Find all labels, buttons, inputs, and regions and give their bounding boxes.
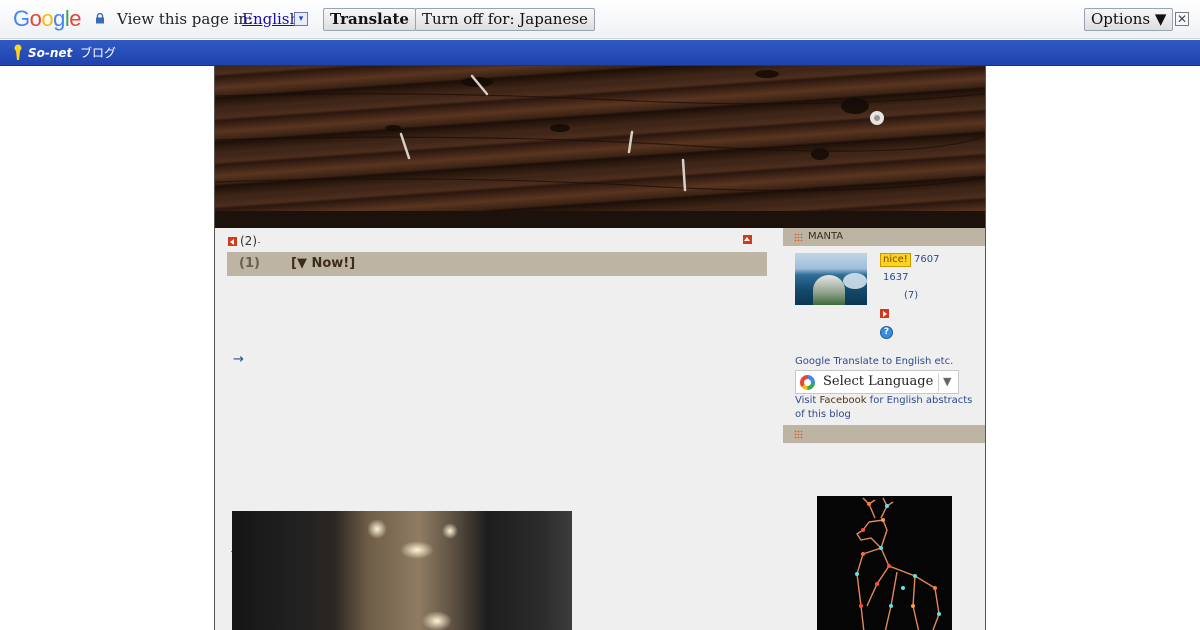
next-arrow-icon[interactable] — [880, 309, 889, 318]
google-logo: Google — [13, 6, 82, 31]
profile-header: MANTA — [783, 228, 985, 246]
main-column: (2) (1) [▼ Now!] → JR 1F — [227, 228, 772, 630]
sidebar-section-header — [783, 425, 985, 443]
help-icon[interactable]: ? — [880, 326, 893, 339]
language-dropdown-icon[interactable]: ▾ — [294, 12, 308, 26]
blog-header-banner[interactable] — [215, 66, 985, 228]
nice-count[interactable]: 7607 — [914, 254, 939, 266]
ship-shape — [813, 275, 845, 305]
facebook-note: Visit Facebook for English abstracts of … — [795, 394, 981, 422]
profile-stat[interactable]: 1637 — [883, 272, 908, 284]
dropdown-separator — [938, 374, 939, 391]
google-g-icon — [800, 375, 815, 390]
photo-light — [442, 523, 458, 539]
chevron-down-icon: ▼ — [943, 375, 952, 388]
facebook-prefix: Visit — [795, 395, 820, 406]
translate-button[interactable]: Translate — [323, 8, 416, 31]
sidebar: MANTA nice! 7607 1637 (7) ? Google Trans… — [783, 228, 985, 630]
lock-icon — [96, 13, 104, 24]
sonet-logo-text[interactable]: So-net — [28, 45, 72, 61]
nice-badge: nice! — [880, 253, 911, 267]
photo-light — [367, 519, 387, 539]
photo-light — [422, 611, 452, 630]
view-page-label: View this page in: — [117, 10, 254, 28]
prev-arrow-icon[interactable] — [228, 237, 237, 246]
options-button[interactable]: Options ▼ — [1084, 8, 1174, 31]
photo-light — [400, 541, 434, 559]
top-arrow-icon[interactable] — [743, 235, 752, 244]
article-title[interactable]: [▼ Now!] — [291, 256, 355, 272]
article-nav-count[interactable]: (2) — [240, 233, 257, 249]
google-translate-bar: Google View this page in: English ▾ Tran… — [0, 0, 1200, 39]
arrow-link[interactable]: → — [233, 352, 244, 368]
banner-bottom-strip — [215, 211, 985, 228]
language-selector[interactable]: English — [242, 10, 299, 28]
turn-off-button[interactable]: Turn off for: Japanese — [415, 8, 595, 31]
google-translate-text: Google Translate to English etc. — [795, 356, 954, 367]
sonet-header-bar: So-net ブログ — [0, 40, 1200, 66]
article-nav: (2) — [227, 232, 772, 250]
wave-shape — [843, 273, 867, 289]
nav-separator — [258, 242, 260, 243]
article-number: (1) — [239, 256, 260, 271]
profile-header-label: MANTA — [808, 231, 844, 242]
profile-stat[interactable]: (7) — [904, 290, 918, 302]
sonet-blog-link[interactable]: ブログ — [80, 45, 116, 61]
restaurant-photo[interactable] — [232, 511, 572, 630]
article-header: (1) [▼ Now!] — [227, 252, 767, 276]
close-icon[interactable]: ✕ — [1175, 12, 1189, 26]
select-language-dropdown[interactable]: Select Language ▼ — [795, 370, 959, 394]
grid-icon — [794, 430, 803, 439]
reindeer-illustration — [855, 497, 941, 630]
blog-page: (2) (1) [▼ Now!] → JR 1F MANTA nice! 76 — [214, 66, 986, 630]
wood-nails-image — [215, 70, 985, 192]
sonet-logo-icon[interactable] — [12, 44, 24, 61]
select-language-label: Select Language — [823, 374, 934, 389]
profile-image[interactable] — [795, 253, 867, 305]
facebook-link[interactable]: Facebook — [820, 395, 867, 406]
grid-icon — [794, 233, 803, 242]
reindeer-lights-image[interactable] — [817, 496, 952, 630]
